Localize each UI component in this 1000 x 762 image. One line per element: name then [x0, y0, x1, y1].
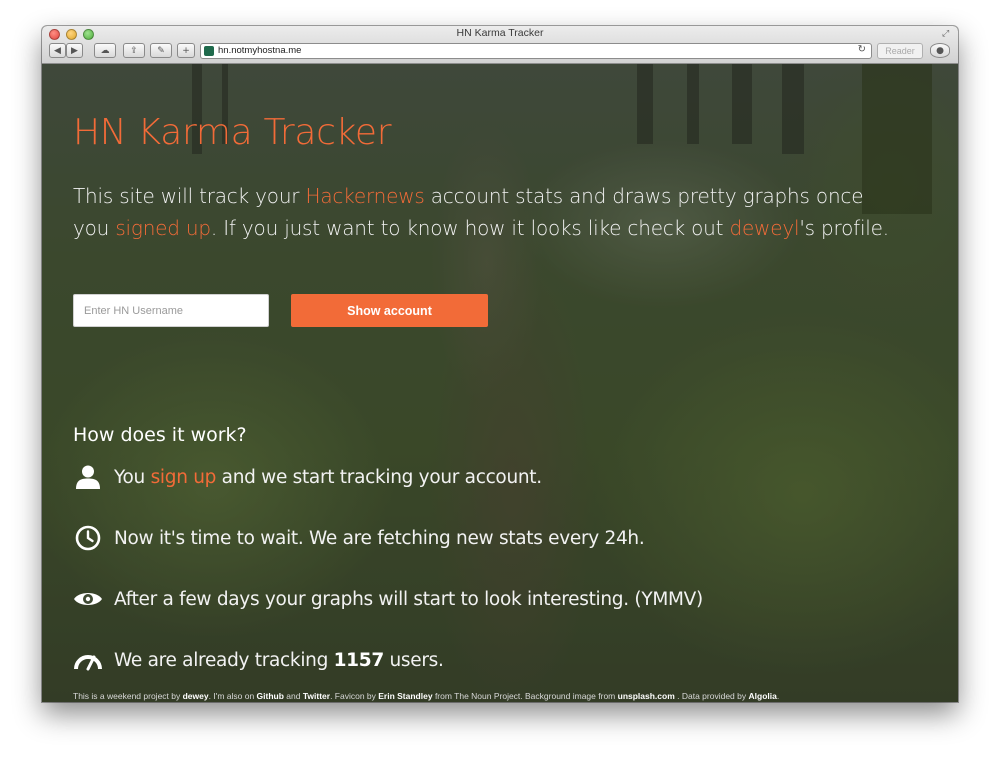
unsplash-link[interactable]: unsplash.com: [618, 691, 675, 701]
new-tab-button[interactable]: +: [177, 43, 195, 58]
step-text: After a few days your graphs will start …: [114, 588, 703, 610]
show-account-button[interactable]: Show account: [291, 294, 488, 327]
icloud-tabs-button[interactable]: ☁: [94, 43, 116, 58]
forward-button[interactable]: ▶: [66, 43, 83, 58]
erin-standley-link[interactable]: Erin Standley: [378, 691, 432, 701]
dewey-link[interactable]: dewey: [183, 691, 209, 701]
share-button[interactable]: ⇪: [123, 43, 145, 58]
tracked-users-count: 1157: [333, 649, 385, 671]
window-title: HN Karma Tracker: [456, 27, 544, 39]
reader-button[interactable]: Reader: [877, 43, 923, 59]
sign-up-link[interactable]: sign up: [151, 467, 217, 488]
fullscreen-icon[interactable]: ⤢: [942, 29, 952, 39]
forward-icon: ▶: [71, 46, 78, 56]
step-text: Now it's time to wait. We are fetching n…: [114, 527, 645, 549]
downloads-button[interactable]: ●: [930, 43, 950, 58]
page-viewport: HN Karma Tracker This site will track yo…: [42, 64, 958, 702]
signed-up-link[interactable]: signed up: [115, 216, 211, 240]
browser-window: HN Karma Tracker ⤢ ◀ ▶ ☁ ⇪ ✎ + hn.notmyh…: [42, 26, 958, 702]
step-text: We are already tracking 1157 users.: [114, 649, 444, 671]
how-it-works-heading: How does it work?: [73, 424, 247, 446]
address-bar[interactable]: hn.notmyhostna.me ↻: [200, 43, 872, 59]
user-icon: [73, 462, 103, 492]
icloud-icon: ☁: [100, 46, 110, 56]
algolia-link[interactable]: Algolia: [749, 691, 777, 701]
deweyl-profile-link[interactable]: deweyl: [729, 216, 799, 240]
clock-icon: [73, 523, 103, 553]
site-favicon-icon: [204, 46, 214, 56]
hn-username-input[interactable]: [73, 294, 269, 327]
downloads-icon: ●: [936, 46, 944, 56]
hackernews-link[interactable]: Hackernews: [305, 184, 424, 208]
footer: This is a weekend project by dewey. I'm …: [73, 691, 780, 701]
back-button[interactable]: ◀: [49, 43, 66, 58]
add-tab-icon: +: [182, 46, 190, 56]
step-graphs: After a few days your graphs will start …: [73, 584, 703, 614]
step-tracking-count: We are already tracking 1157 users.: [73, 645, 444, 675]
reload-icon[interactable]: ↻: [858, 44, 866, 55]
step-wait: Now it's time to wait. We are fetching n…: [73, 523, 645, 553]
url-text: hn.notmyhostna.me: [218, 45, 302, 56]
tools-button[interactable]: ✎: [150, 43, 172, 58]
github-link[interactable]: Github: [257, 691, 284, 701]
eye-icon: [73, 584, 103, 614]
share-icon: ⇪: [130, 46, 138, 56]
page-title: HN Karma Tracker: [73, 112, 392, 153]
speedometer-icon: [73, 645, 103, 675]
step-sign-up: You sign up and we start tracking your a…: [73, 462, 542, 492]
twitter-link[interactable]: Twitter: [303, 691, 330, 701]
browser-toolbar: HN Karma Tracker ⤢ ◀ ▶ ☁ ⇪ ✎ + hn.notmyh…: [42, 26, 958, 64]
back-icon: ◀: [54, 46, 61, 56]
intro-text: This site will track your Hackernews acc…: [73, 184, 889, 240]
step-text: You sign up and we start tracking your a…: [114, 466, 542, 488]
tools-icon: ✎: [157, 46, 165, 56]
